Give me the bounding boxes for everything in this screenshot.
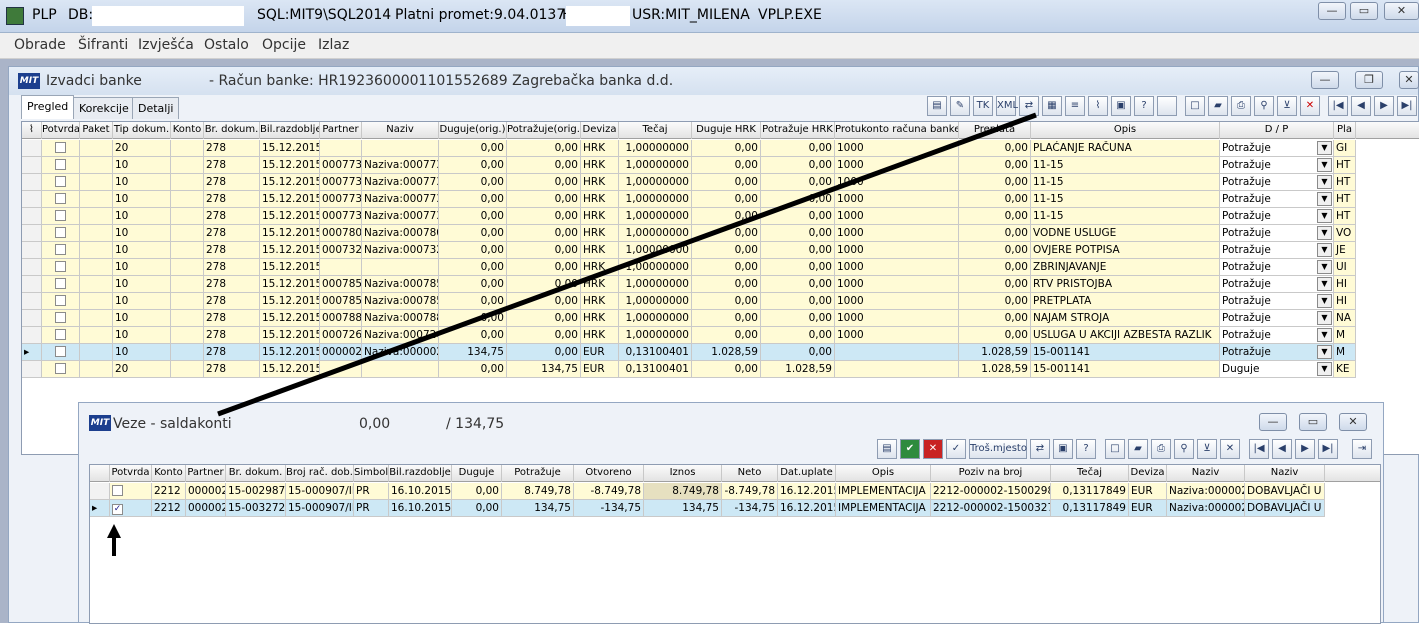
- annotation-overlay: [107, 112, 1037, 556]
- annotation-arrow: [107, 524, 121, 556]
- annotation-line: [217, 112, 1037, 417]
